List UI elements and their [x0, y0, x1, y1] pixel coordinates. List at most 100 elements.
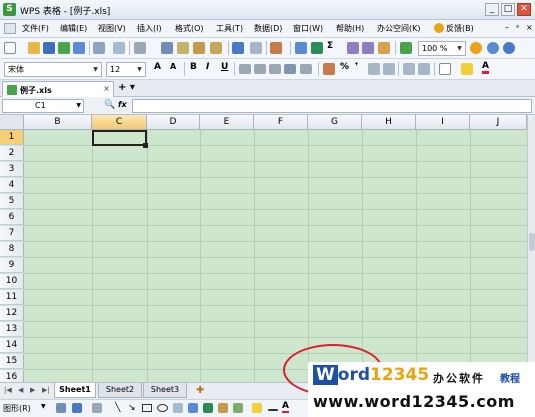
doc-minimize-icon[interactable]: –	[505, 23, 509, 32]
textbox-icon[interactable]	[173, 403, 183, 413]
column-header[interactable]: I	[416, 115, 470, 130]
new-document-icon[interactable]	[4, 42, 16, 54]
rectangle-icon[interactable]	[142, 404, 152, 412]
minimize-button[interactable]: _	[485, 3, 499, 16]
sheet-tab-sheet2[interactable]: Sheet2	[98, 383, 142, 398]
close-tab-icon[interactable]: ×	[103, 84, 110, 93]
add-sheet-button[interactable]: ✚	[196, 385, 204, 396]
prev-sheet-icon[interactable]: ◀	[18, 386, 23, 394]
percent-button[interactable]: %	[340, 62, 349, 72]
column-header[interactable]: D	[147, 115, 200, 130]
bold-button[interactable]: B	[190, 62, 197, 72]
row-header[interactable]: 6	[0, 210, 24, 225]
menu-insert[interactable]: 插入(I)	[137, 23, 162, 34]
menu-office-space[interactable]: 办公空间(K)	[377, 23, 421, 34]
comma-style-button[interactable]: ❜	[355, 62, 358, 72]
column-header[interactable]: E	[200, 115, 254, 130]
save-icon[interactable]	[43, 42, 55, 54]
vertical-scrollbar[interactable]	[527, 115, 535, 382]
row-header[interactable]: 2	[0, 146, 24, 161]
font-name-select[interactable]: 宋体 ▼	[4, 62, 102, 77]
row-header[interactable]: 4	[0, 178, 24, 193]
formula-input[interactable]	[132, 99, 532, 113]
menu-help[interactable]: 帮助(H)	[336, 23, 364, 34]
menu-tools[interactable]: 工具(T)	[216, 23, 243, 34]
open-folder-icon[interactable]	[28, 42, 40, 54]
align-left-icon[interactable]	[239, 64, 251, 74]
column-header[interactable]: F	[254, 115, 308, 130]
rotate-icon[interactable]	[72, 403, 82, 413]
line-icon[interactable]: ╲	[115, 403, 120, 413]
active-cell-c1[interactable]	[92, 130, 147, 146]
row-header[interactable]: 11	[0, 290, 24, 305]
document-tab[interactable]: 例子.xls ×	[2, 81, 114, 97]
column-header[interactable]: G	[308, 115, 362, 130]
doc-close-icon[interactable]: ×	[526, 23, 533, 32]
column-header[interactable]: B	[24, 115, 92, 130]
menu-data[interactable]: 数据(D)	[254, 23, 282, 34]
help-icon[interactable]	[470, 42, 482, 54]
align-right-icon[interactable]	[269, 64, 281, 74]
redo-icon[interactable]	[250, 42, 262, 54]
underline-button[interactable]: U	[221, 62, 228, 72]
fill-color-icon[interactable]	[461, 63, 473, 75]
arrow-icon[interactable]: ↘	[128, 403, 136, 413]
row-col-icon[interactable]	[270, 42, 282, 54]
row-header[interactable]: 1	[0, 130, 24, 145]
indent-increase-icon[interactable]	[418, 63, 430, 75]
row-header[interactable]: 9	[0, 258, 24, 273]
increase-decimal-icon[interactable]	[368, 63, 380, 75]
first-sheet-icon[interactable]: |◀	[4, 386, 12, 394]
function-icon[interactable]: fx	[118, 100, 127, 109]
zoom-formula-icon[interactable]: 🔍	[104, 100, 115, 110]
database-icon[interactable]	[311, 42, 323, 54]
clipart-icon[interactable]	[218, 403, 228, 413]
font-grow-icon[interactable]: A	[154, 62, 161, 72]
font-size-select[interactable]: 12 ▼	[106, 62, 146, 77]
font-shrink-icon[interactable]: A	[170, 62, 176, 71]
options-icon[interactable]	[503, 42, 515, 54]
fill-color-icon[interactable]	[252, 403, 262, 413]
row-header[interactable]: 3	[0, 162, 24, 177]
picture-icon[interactable]	[233, 403, 243, 413]
line-color-icon[interactable]	[268, 409, 278, 411]
paste-icon[interactable]	[193, 42, 205, 54]
sum-icon[interactable]: Σ	[327, 41, 333, 51]
autoshapes-icon[interactable]	[92, 403, 102, 413]
select-all-corner[interactable]	[0, 115, 24, 130]
borders-icon[interactable]	[439, 63, 451, 75]
shapes-menu[interactable]: 图形(R)	[3, 403, 31, 414]
row-header[interactable]: 12	[0, 306, 24, 321]
last-sheet-icon[interactable]: ▶|	[42, 386, 50, 394]
new-tab-button[interactable]: + ▾	[118, 82, 135, 93]
row-header[interactable]: 8	[0, 242, 24, 257]
indent-decrease-icon[interactable]	[403, 63, 415, 75]
row-header[interactable]: 5	[0, 194, 24, 209]
row-header[interactable]: 10	[0, 274, 24, 289]
print-preview-icon[interactable]	[113, 42, 125, 54]
doc-restore-icon[interactable]: ᵃ	[516, 23, 519, 32]
export-icon[interactable]	[58, 42, 70, 54]
undo-icon[interactable]	[232, 42, 244, 54]
column-header[interactable]: J	[470, 115, 527, 130]
mail-icon[interactable]	[73, 42, 85, 54]
sort-ascending-icon[interactable]	[347, 42, 359, 54]
print-icon[interactable]	[93, 42, 105, 54]
next-sheet-icon[interactable]: ▶	[30, 386, 35, 394]
online-help-icon[interactable]	[487, 42, 499, 54]
font-color-icon[interactable]: A	[482, 62, 489, 74]
menu-format[interactable]: 格式(O)	[175, 23, 204, 34]
scrollbar-thumb[interactable]	[529, 233, 535, 251]
font-color-icon[interactable]: A	[282, 402, 289, 413]
chart-icon[interactable]	[400, 42, 412, 54]
select-pointer-icon[interactable]	[56, 403, 66, 413]
row-header[interactable]: 7	[0, 226, 24, 241]
diagram-icon[interactable]	[203, 403, 213, 413]
oval-icon[interactable]	[157, 404, 168, 412]
wrap-text-icon[interactable]	[300, 64, 312, 74]
column-header[interactable]: H	[362, 115, 416, 130]
sheet-tab-sheet1[interactable]: Sheet1	[54, 383, 96, 398]
close-button[interactable]: ✕	[517, 3, 531, 16]
row-header[interactable]: 15	[0, 354, 24, 369]
clear-icon[interactable]	[210, 42, 222, 54]
